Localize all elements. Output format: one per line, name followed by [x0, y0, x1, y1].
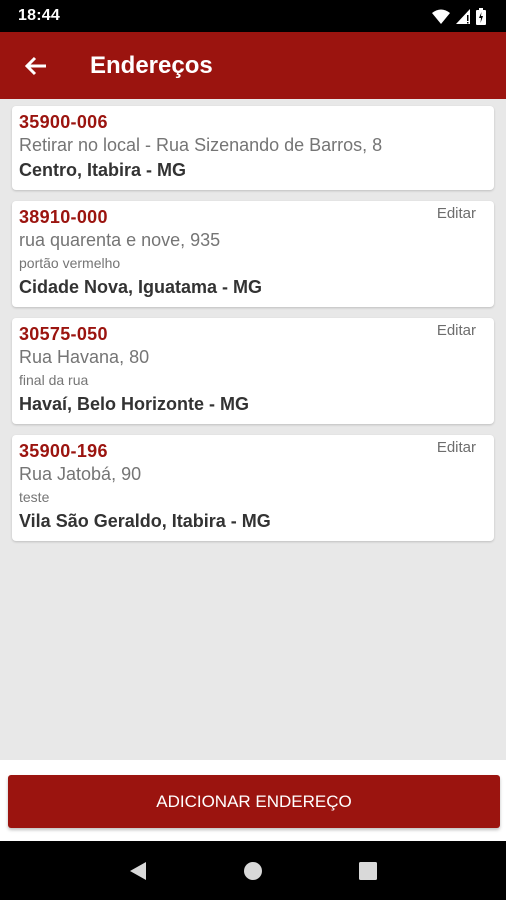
address-city: Vila São Geraldo, Itabira - MG — [19, 511, 271, 531]
status-time: 18:44 — [18, 7, 60, 24]
back-button[interactable] — [8, 38, 64, 94]
arrow-left-icon — [25, 56, 46, 75]
status-bar: 18:44 — [0, 0, 506, 32]
address-card[interactable]: Editar 35900-196 Rua Jatobá, 90 teste Vi… — [12, 435, 494, 541]
status-icons — [432, 7, 486, 25]
system-nav-bar — [0, 841, 506, 900]
address-street: Rua Jatobá, 90 — [19, 464, 142, 484]
address-list: 35900-006 Retirar no local - Rua Sizenan… — [0, 99, 506, 759]
address-street: rua quarenta e nove, 935 — [19, 230, 221, 250]
address-city: Centro, Itabira - MG — [19, 160, 187, 180]
address-city: Havaí, Belo Horizonte - MG — [19, 394, 250, 414]
address-cep: 35900-006 — [19, 112, 108, 132]
address-street: Retirar no local - Rua Sizenando de Barr… — [19, 135, 383, 155]
address-cep: 30575-050 — [19, 324, 108, 344]
wifi-icon — [432, 9, 450, 24]
edit-button[interactable]: Editar — [437, 205, 476, 222]
edit-button[interactable]: Editar — [437, 322, 476, 339]
signal-icon — [456, 8, 470, 24]
address-card[interactable]: Editar 38910-000 rua quarenta e nove, 93… — [12, 201, 494, 307]
nav-recents-button[interactable] — [348, 851, 388, 891]
address-complement: portão vermelho — [19, 255, 121, 271]
address-street: Rua Havana, 80 — [19, 347, 150, 367]
nav-back-button[interactable] — [118, 851, 158, 891]
circle-home-icon — [243, 861, 262, 880]
triangle-back-icon — [129, 861, 146, 880]
nav-home-button[interactable] — [233, 851, 273, 891]
address-city: Cidade Nova, Iguatama - MG — [19, 277, 263, 297]
app-bar: Endereços — [0, 32, 506, 99]
address-cep: 38910-000 — [19, 207, 108, 227]
page-title: Endereços — [90, 51, 213, 79]
square-recents-icon — [359, 861, 378, 880]
battery-icon — [476, 7, 486, 25]
address-complement: teste — [19, 489, 50, 505]
address-card[interactable]: Editar 30575-050 Rua Havana, 80 final da… — [12, 318, 494, 424]
address-cep: 35900-196 — [19, 441, 108, 461]
bottom-action-area: ADICIONAR ENDEREÇO — [0, 760, 506, 841]
add-address-button[interactable]: ADICIONAR ENDEREÇO — [8, 775, 500, 828]
edit-button[interactable]: Editar — [437, 439, 476, 456]
address-card[interactable]: 35900-006 Retirar no local - Rua Sizenan… — [12, 106, 494, 190]
address-complement: final da rua — [19, 372, 89, 388]
